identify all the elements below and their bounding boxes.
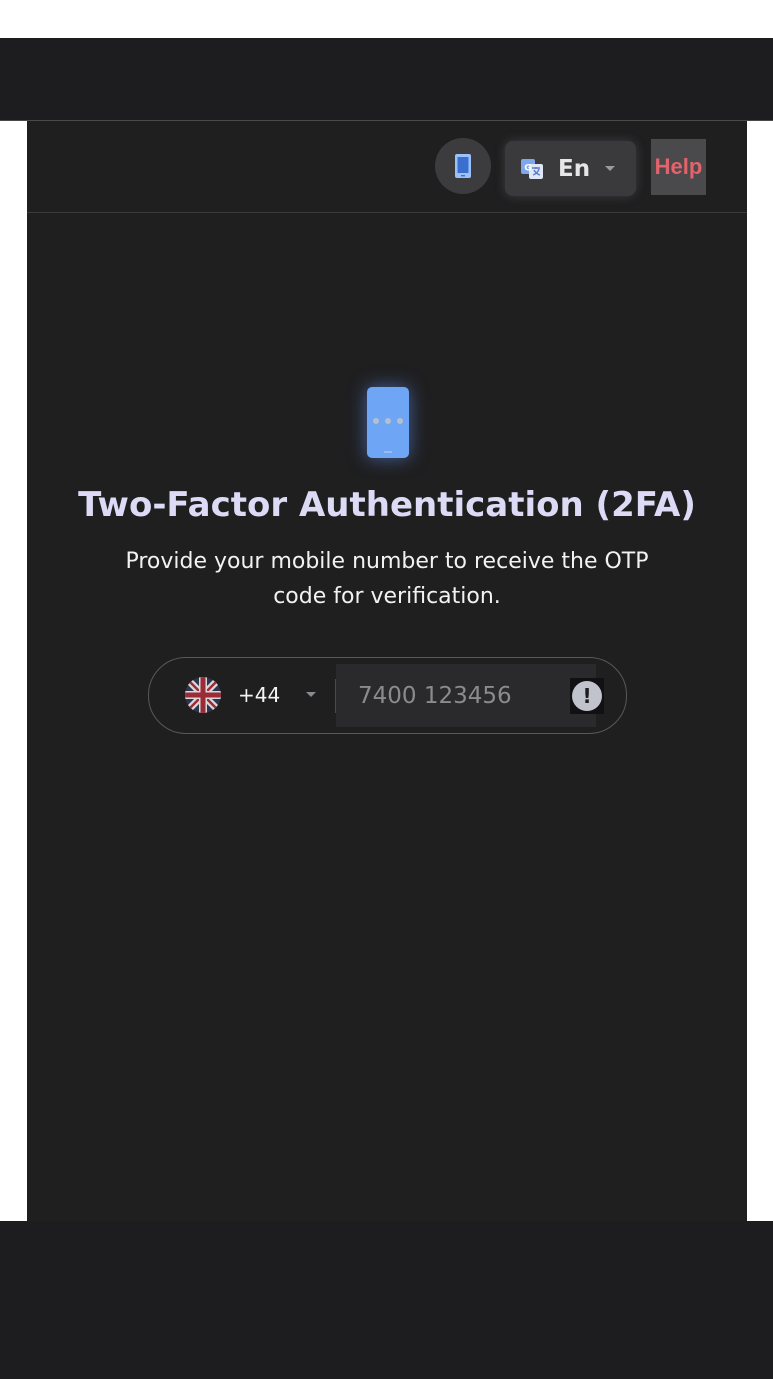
header: G En Help (27, 121, 747, 213)
page-subtitle: Provide your mobile number to receive th… (125, 549, 649, 609)
country-code: +44 (238, 683, 281, 707)
country-code-selector[interactable]: +44 (185, 677, 317, 713)
uk-flag-icon (185, 677, 221, 713)
exclamation-icon: ! (572, 681, 602, 711)
mobile-otp-icon (364, 383, 412, 461)
device-button[interactable] (435, 138, 491, 194)
chevron-down-icon (604, 165, 616, 173)
mobile-icon (455, 154, 471, 178)
top-bar (0, 38, 773, 120)
help-link[interactable]: Help (651, 139, 706, 195)
svg-text:G: G (524, 163, 531, 173)
translate-icon: G (520, 157, 544, 181)
language-label: En (558, 155, 591, 182)
validation-alert: ! (570, 678, 604, 714)
language-selector[interactable]: G En (505, 141, 636, 196)
page-title: Two-Factor Authentication (2FA) (78, 485, 696, 525)
bottom-bar (0, 1221, 773, 1379)
phone-number-input[interactable] (336, 664, 596, 727)
chevron-down-icon (305, 691, 317, 699)
phone-number-field: +44 ! (148, 657, 627, 734)
app-window: G En Help Two-Factor Authentication (2FA… (27, 121, 747, 1221)
